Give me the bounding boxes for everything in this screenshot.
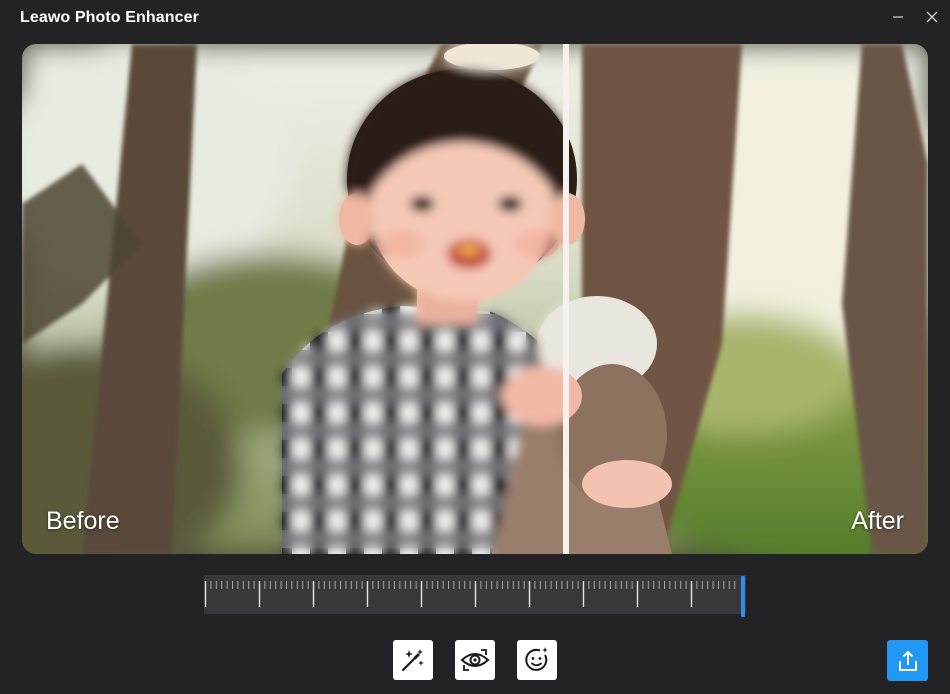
ruler-slider-handle[interactable] [741,576,745,617]
export-button[interactable] [887,640,928,681]
minimize-icon [893,16,903,18]
close-button[interactable] [919,6,945,28]
ruler-ticks [204,581,736,607]
app-title: Leawo Photo Enhancer [20,9,199,26]
photo-compare-preview[interactable]: Before After [22,44,928,554]
share-export-icon [898,650,917,671]
compare-split-handle[interactable] [563,44,569,554]
face-enhance-button[interactable] [517,640,557,680]
eye-icon [460,649,490,671]
title-bar[interactable]: Leawo Photo Enhancer [0,0,950,38]
preview-eye-button[interactable] [455,640,495,680]
zoom-ruler-slider[interactable] [204,575,746,617]
ai-enhance-button[interactable] [393,640,433,680]
magic-wand-icon [401,649,424,672]
minimize-button[interactable] [885,6,911,28]
face-icon [525,647,548,671]
app-window: Leawo Photo Enhancer Before After [0,0,950,694]
after-label: After [851,507,904,535]
photo-image [22,44,928,554]
close-icon [926,11,938,23]
before-label: Before [46,507,120,535]
